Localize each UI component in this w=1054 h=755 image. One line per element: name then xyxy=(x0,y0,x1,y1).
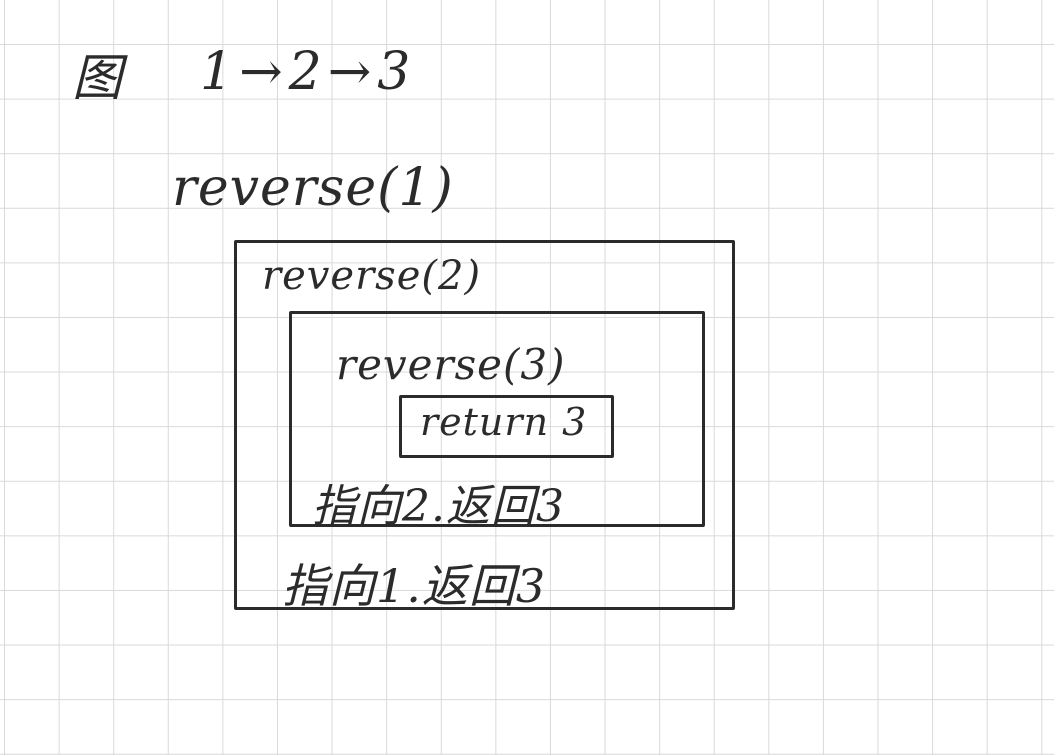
call-inner-label: reverse(3) xyxy=(336,340,566,389)
outer-step-label: 指向1.返回3 xyxy=(282,559,547,613)
middle-step-label: 指向2.返回3 xyxy=(312,481,565,532)
list-sequence: 1→2→3 xyxy=(200,42,417,102)
call-outer-label: reverse(1) xyxy=(172,158,454,218)
title-char: 图 xyxy=(72,49,123,107)
return-label: return 3 xyxy=(420,400,588,444)
handwritten-note: 图 1→2→3 reverse(1) reverse(2) reverse(3)… xyxy=(0,0,1054,755)
call-middle-label: reverse(2) xyxy=(262,253,482,299)
